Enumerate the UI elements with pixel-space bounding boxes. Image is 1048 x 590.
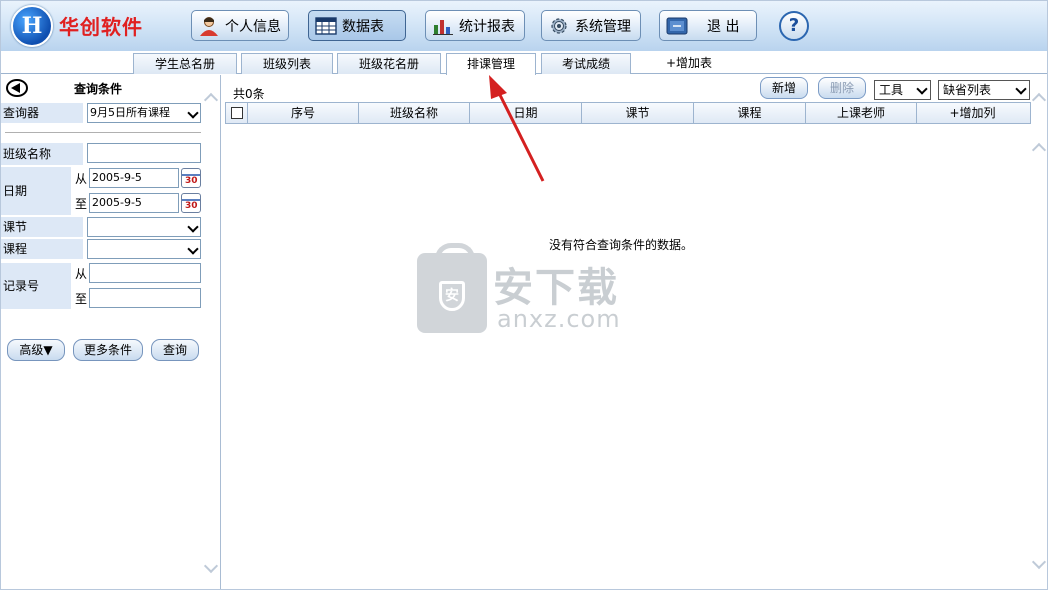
date-label: 日期 bbox=[1, 167, 71, 215]
calendar-day: 30 bbox=[185, 201, 198, 211]
list-view-select[interactable]: 缺省列表 bbox=[938, 80, 1030, 100]
scroll-down-icon[interactable] bbox=[1031, 554, 1047, 570]
col-section[interactable]: 课节 bbox=[582, 103, 694, 123]
date-from-label: 从 bbox=[75, 172, 88, 186]
bar-chart-icon bbox=[433, 19, 453, 35]
grid-header: 序号 班级名称 日期 课节 课程 上课老师 +增加列 bbox=[225, 102, 1031, 124]
tab-add-table[interactable]: +增加表 bbox=[643, 53, 735, 74]
query-panel-title: 查询条件 bbox=[74, 82, 123, 96]
col-course[interactable]: 课程 bbox=[694, 103, 806, 123]
query-label: 查询器 bbox=[1, 103, 83, 123]
course-select[interactable] bbox=[87, 239, 201, 259]
grid-icon bbox=[315, 16, 337, 35]
record-number-label: 记录号 bbox=[1, 263, 71, 309]
system-label: 系统管理 bbox=[575, 18, 631, 35]
calendar-day: 30 bbox=[185, 176, 198, 186]
report-button[interactable]: 统计报表 bbox=[425, 10, 525, 41]
class-name-label: 班级名称 bbox=[1, 143, 83, 165]
person-icon bbox=[200, 16, 218, 36]
col-add-column[interactable]: +增加列 bbox=[917, 103, 1028, 123]
course-label: 课程 bbox=[1, 239, 83, 259]
red-arrow-annotation bbox=[489, 75, 545, 182]
query-panel: 查询条件 查询器 9月5日所有课程 班级名称 日期 从 2005-9-5 30 … bbox=[1, 75, 221, 589]
bag-icon: 安 bbox=[417, 243, 487, 333]
section-label: 课节 bbox=[1, 217, 83, 237]
select-all-checkbox[interactable] bbox=[226, 103, 248, 123]
personal-info-label: 个人信息 bbox=[225, 18, 281, 35]
watermark-domain: anxz.com bbox=[497, 305, 621, 333]
class-name-input[interactable] bbox=[87, 143, 201, 163]
help-button[interactable]: ? bbox=[779, 11, 809, 41]
system-button[interactable]: 系统管理 bbox=[541, 10, 641, 41]
report-label: 统计报表 bbox=[459, 18, 515, 35]
record-from-input[interactable] bbox=[89, 263, 201, 283]
query-select[interactable]: 9月5日所有课程 bbox=[87, 103, 201, 123]
empty-message: 没有符合查询条件的数据。 bbox=[549, 238, 694, 252]
gear-icon bbox=[551, 17, 567, 34]
question-icon: ? bbox=[788, 15, 800, 36]
date-to-label: 至 bbox=[75, 197, 88, 211]
scroll-up-icon[interactable] bbox=[1031, 142, 1047, 158]
section-select[interactable] bbox=[87, 217, 201, 237]
logo-icon: H bbox=[11, 5, 53, 47]
tools-select[interactable]: 工具 bbox=[874, 80, 931, 100]
col-serial[interactable]: 序号 bbox=[248, 103, 359, 123]
brand-name: 华创软件 bbox=[59, 15, 143, 39]
back-arrow-icon[interactable] bbox=[6, 79, 28, 97]
watermark: 安 安下载 anxz.com bbox=[417, 243, 637, 335]
scroll-up-icon[interactable] bbox=[1031, 92, 1047, 108]
exit-sign-icon bbox=[666, 17, 688, 34]
tab-class-roster[interactable]: 班级花名册 bbox=[337, 53, 441, 74]
calendar-icon[interactable]: 30 bbox=[181, 193, 201, 213]
app-window: H 华创软件 个人信息 数据表 统计报表 系统管理 退 出 ? 学生总名册 班级… bbox=[0, 0, 1048, 590]
new-button[interactable]: 新增 bbox=[760, 77, 808, 99]
tab-student-roster[interactable]: 学生总名册 bbox=[133, 53, 237, 74]
advanced-button[interactable]: 高级▼ bbox=[7, 339, 65, 361]
tab-class-list[interactable]: 班级列表 bbox=[241, 53, 333, 74]
scroll-down-icon[interactable] bbox=[203, 558, 219, 574]
more-conditions-button[interactable]: 更多条件 bbox=[73, 339, 143, 361]
exit-label: 退 出 bbox=[707, 18, 740, 35]
record-from-label: 从 bbox=[75, 267, 88, 281]
divider bbox=[5, 132, 201, 133]
record-to-input[interactable] bbox=[89, 288, 201, 308]
scroll-up-icon[interactable] bbox=[203, 92, 219, 108]
date-to-input[interactable]: 2005-9-5 bbox=[89, 193, 179, 213]
header-bar: H 华创软件 个人信息 数据表 统计报表 系统管理 退 出 ? bbox=[1, 1, 1047, 51]
calendar-icon[interactable]: 30 bbox=[181, 168, 201, 188]
exit-button[interactable]: 退 出 bbox=[659, 10, 757, 41]
record-count: 共0条 bbox=[233, 87, 265, 101]
datatable-button[interactable]: 数据表 bbox=[308, 10, 406, 41]
delete-button[interactable]: 删除 bbox=[818, 77, 866, 99]
search-button[interactable]: 查询 bbox=[151, 339, 199, 361]
shield-icon: 安 bbox=[439, 281, 465, 311]
date-from-input[interactable]: 2005-9-5 bbox=[89, 168, 179, 188]
datatable-label: 数据表 bbox=[342, 18, 384, 35]
personal-info-button[interactable]: 个人信息 bbox=[191, 10, 289, 41]
record-to-label: 至 bbox=[75, 292, 88, 306]
col-class-name[interactable]: 班级名称 bbox=[359, 103, 470, 123]
col-teacher[interactable]: 上课老师 bbox=[806, 103, 917, 123]
